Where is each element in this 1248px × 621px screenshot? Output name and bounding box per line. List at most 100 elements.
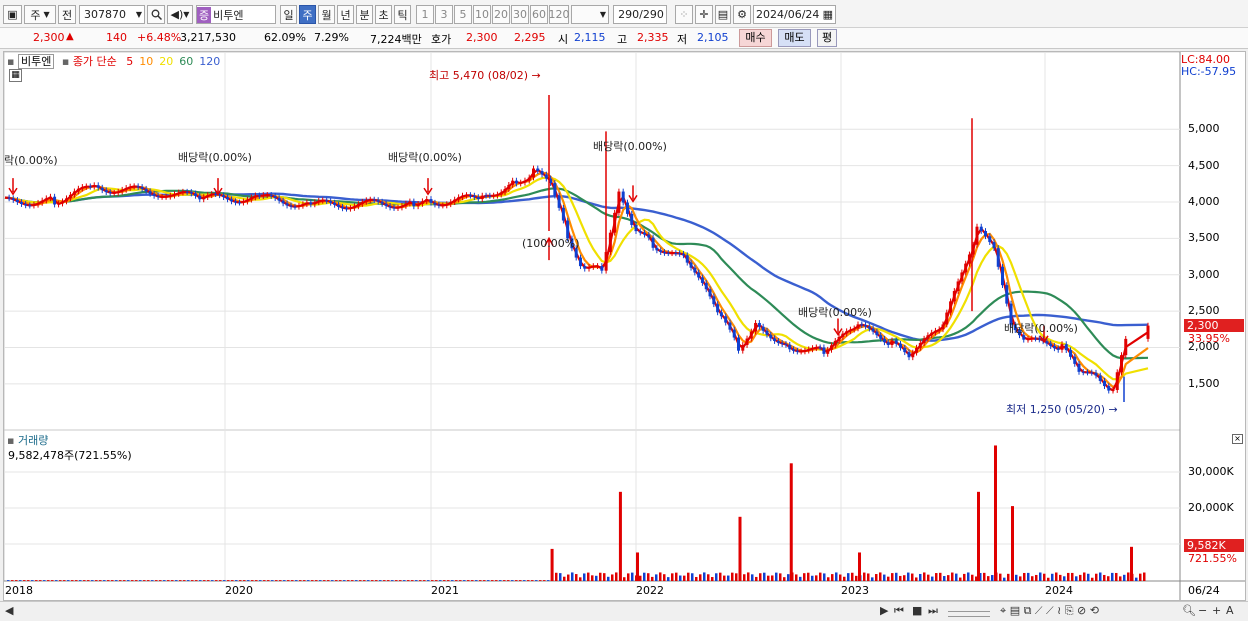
- interval-button-3[interactable]: 10: [473, 5, 491, 24]
- period-tab-6[interactable]: 틱: [394, 5, 411, 24]
- crosshair-icon[interactable]: ✛: [695, 5, 713, 24]
- candle-body: [492, 195, 496, 197]
- interval-button-4[interactable]: 20: [492, 5, 510, 24]
- volume-bar: [599, 572, 602, 581]
- volume-bar: [315, 580, 318, 581]
- period-select[interactable]: 주 ▼: [24, 5, 56, 24]
- zoom-in-icon[interactable]: +: [1212, 604, 1221, 619]
- volume-bar: [1035, 574, 1038, 581]
- volume-axis-label: 20,000K: [1188, 501, 1234, 514]
- candle-body: [856, 324, 860, 329]
- first-icon[interactable]: ⏮: [894, 604, 904, 619]
- interval-button-7[interactable]: 120: [549, 5, 570, 24]
- volume-bar: [811, 575, 814, 581]
- scroll-left-icon[interactable]: ◀: [5, 604, 13, 619]
- date-field[interactable]: 2024/06/24 ▦: [753, 5, 836, 24]
- zoom-slider[interactable]: [948, 611, 990, 617]
- window-icon[interactable]: ▣: [3, 5, 22, 24]
- calendar-icon[interactable]: ▦: [823, 8, 833, 21]
- legend-ma-120: 120: [199, 55, 221, 68]
- candle-body: [164, 196, 168, 198]
- volume-bar: [715, 573, 718, 581]
- volume-bar: [95, 580, 98, 581]
- candle-body: [441, 205, 445, 207]
- volume-bar: [623, 577, 626, 581]
- stop-icon[interactable]: ■: [912, 604, 922, 619]
- stock-code-input[interactable]: 307870 ▼: [79, 5, 145, 24]
- candle-body: [32, 204, 36, 206]
- period-tab-2[interactable]: 월: [318, 5, 335, 24]
- candle-body: [148, 191, 152, 194]
- period-tab-1[interactable]: 주: [299, 5, 316, 24]
- table-icon[interactable]: ▦: [9, 69, 22, 82]
- candle-body: [24, 204, 28, 206]
- avg-button[interactable]: 평: [817, 29, 837, 47]
- volume-bar: [515, 580, 518, 581]
- volume-bar: [291, 580, 294, 581]
- legend-ma-10: 10: [139, 55, 154, 68]
- candle-body: [578, 257, 582, 267]
- font-size-icon[interactable]: A: [1226, 604, 1234, 619]
- count-field[interactable]: 290/290: [613, 5, 667, 24]
- chevron-down-icon[interactable]: ▼: [136, 10, 142, 19]
- candle-body: [899, 343, 902, 348]
- chart-area[interactable]: ▪ 비투엔 ▪ 종가 단순 5 10 20 60 120 ▦ LC:84.00 HC:-…: [3, 51, 1246, 601]
- interval-button-1[interactable]: 3: [435, 5, 453, 24]
- drawing-tools-icon[interactable]: ⌖ ▤ ⧉ ⟋ ⟋ ≀ ⎘ ⊘ ⟲: [1000, 604, 1099, 619]
- buy-button[interactable]: 매수: [739, 29, 772, 47]
- price-axis-label: 3,500: [1188, 231, 1220, 245]
- zoom-out-icon[interactable]: −: [1198, 604, 1207, 619]
- interval-button-5[interactable]: 30: [511, 5, 529, 24]
- candle-body: [392, 207, 396, 209]
- close-icon[interactable]: ×: [1232, 434, 1243, 444]
- candle-body: [245, 199, 249, 202]
- sell-button[interactable]: 매도: [778, 29, 811, 47]
- gear-icon[interactable]: ⚙: [733, 5, 751, 24]
- speaker-icon[interactable]: ◀) ▼: [167, 5, 193, 24]
- volume-bar: [75, 580, 78, 581]
- legend-ma-60: 60: [179, 55, 194, 68]
- volume-bar: [411, 580, 414, 581]
- stock-name-field[interactable]: 증 비투엔: [196, 5, 276, 24]
- period-tab-3[interactable]: 년: [337, 5, 354, 24]
- candle-body: [28, 205, 32, 207]
- candle-body: [666, 252, 670, 254]
- volume-bar: [955, 573, 958, 581]
- zoom-icon[interactable]: 🔍︎: [1182, 604, 1196, 619]
- volume-bar-peak: [1011, 506, 1014, 581]
- grid-icon[interactable]: ⁘: [675, 5, 693, 24]
- period-tab-5[interactable]: 초: [375, 5, 392, 24]
- interval-button-6[interactable]: 60: [530, 5, 548, 24]
- volume-bar: [283, 580, 286, 581]
- scroll-right-icon[interactable]: ▶: [880, 604, 888, 619]
- prev-button[interactable]: 전: [58, 5, 76, 24]
- volume-bar: [595, 575, 598, 581]
- candle-body: [1124, 338, 1128, 356]
- legend-stock-name[interactable]: 비투엔: [17, 54, 55, 69]
- volume-bar: [287, 580, 290, 581]
- volume-bar: [343, 580, 346, 581]
- volume-bar: [891, 573, 894, 581]
- volume-bar: [799, 576, 802, 581]
- last-icon[interactable]: ⏭: [928, 604, 938, 619]
- period-tab-4[interactable]: 분: [356, 5, 373, 24]
- candle-body: [949, 301, 953, 313]
- volume-bar: [723, 575, 726, 581]
- interval-dropdown[interactable]: ▼: [571, 5, 609, 24]
- candle-body: [511, 180, 515, 185]
- search-icon[interactable]: [147, 5, 165, 24]
- volume-bar: [1051, 573, 1054, 581]
- candle-body: [833, 340, 837, 346]
- interval-button-2[interactable]: 5: [454, 5, 472, 24]
- interval-button-0[interactable]: 1: [416, 5, 434, 24]
- volume-bar: [63, 580, 66, 581]
- candle-body: [784, 344, 788, 346]
- candle-body: [313, 202, 317, 205]
- candle-body: [61, 201, 65, 204]
- period-tab-0[interactable]: 일: [280, 5, 297, 24]
- candle-body: [499, 192, 503, 195]
- candle-body: [689, 262, 693, 268]
- save-icon[interactable]: ▤: [715, 5, 731, 24]
- candle-body: [80, 186, 84, 189]
- volume-bar: [539, 580, 542, 581]
